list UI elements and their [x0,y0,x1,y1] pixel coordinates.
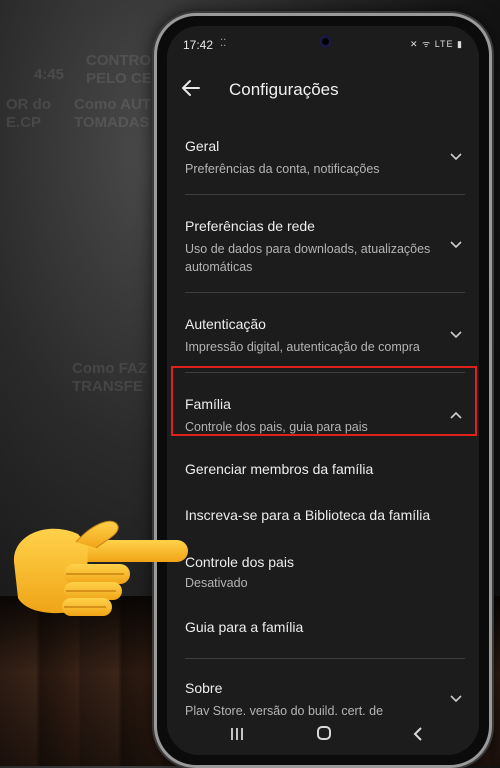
family-library-signup[interactable]: Inscreva-se para a Biblioteca da família [185,507,430,523]
chevron-down-icon [450,695,462,703]
settings-item-subtitle: Controle dos pais, guia para pais [185,420,368,434]
settings-item-label: Sobre [185,680,223,696]
divider [185,292,465,293]
divider [185,194,465,195]
family-guide[interactable]: Guia para a família [185,619,303,635]
nav-back-icon[interactable] [411,726,425,742]
bg-thumbnail-text: OR do E.CP [6,96,51,131]
bg-thumbnail-text: 4:45 [34,66,65,83]
chevron-down-icon [450,331,462,339]
settings-item-subtitle: Uso de dados para downloads, atualizaçõe… [185,242,431,274]
settings-item-subtitle: Impressão digital, autenticação de compr… [185,340,420,354]
home-icon[interactable] [317,726,331,740]
settings-item-rede[interactable]: Preferências de rede Uso de dados para d… [185,218,467,276]
family-item-status: Desativado [185,576,248,590]
recents-icon[interactable] [229,727,245,741]
bg-thumbnail-text: Como FAZ TRANSFE [72,360,147,395]
settings-item-subtitle: Preferências da conta, notificações [185,162,380,176]
app-bar: Configurações [167,68,479,110]
settings-item-sobre[interactable]: Sobre Play Store, versão do build, cert.… [185,680,467,720]
family-parental-controls[interactable]: Controle dos pais Desativado [185,554,294,590]
chevron-down-icon [450,241,462,249]
family-item-label: Inscreva-se para a Biblioteca da família [185,507,431,523]
status-time: 17:42 [183,38,214,52]
bg-thumbnail-text: CONTROL PELO CE [86,52,161,87]
pointing-hand-icon [13,520,188,616]
system-nav-bar [167,715,479,755]
page-title: Configurações [229,80,339,99]
divider [185,658,465,659]
family-item-label: Gerenciar membros da família [185,461,374,477]
settings-item-geral[interactable]: Geral Preferências da conta, notificaçõe… [185,138,467,178]
settings-item-familia[interactable]: Família Controle dos pais, guia para pai… [185,396,467,436]
settings-item-autenticacao[interactable]: Autenticação Impressão digital, autentic… [185,316,467,356]
settings-item-label: Família [185,396,231,412]
family-manage-members[interactable]: Gerenciar membros da família [185,461,373,477]
bg-thumbnail-text: Como AUT TOMADAS [74,96,151,131]
notification-icons: ⁚⁚ [220,38,227,49]
phone-screen: 17:42 ⁚⁚ ✕ ᯤ LTE ▮ Configurações Geral P… [167,26,479,755]
settings-item-label: Preferências de rede [185,218,315,234]
status-right-icons: ✕ ᯤ LTE ▮ [409,39,463,49]
settings-item-label: Geral [185,138,220,154]
family-item-label: Guia para a família [185,619,304,635]
chevron-down-icon [450,153,462,161]
status-bar: 17:42 ⁚⁚ ✕ ᯤ LTE ▮ [167,26,479,64]
chevron-up-icon [450,411,462,419]
front-camera-icon [319,35,332,48]
back-arrow-icon[interactable] [179,76,203,100]
family-item-label: Controle dos pais [185,554,294,570]
phone-frame: 17:42 ⁚⁚ ✕ ᯤ LTE ▮ Configurações Geral P… [154,13,492,768]
settings-item-label: Autenticação [185,316,266,332]
